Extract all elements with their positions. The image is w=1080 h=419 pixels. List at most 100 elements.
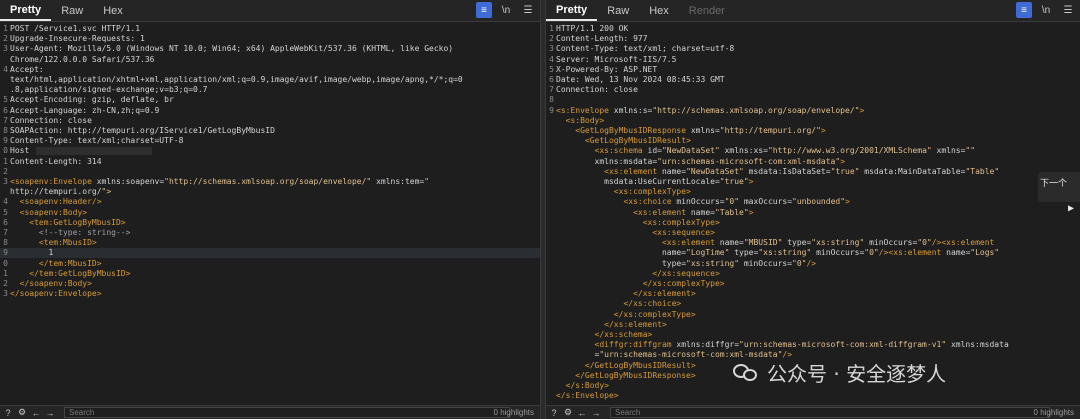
- code-line: <xs:element name="Table">: [633, 207, 754, 217]
- request-tabs: Pretty Raw Hex ≡ \n ☰: [0, 0, 540, 22]
- line-number: 6: [549, 75, 554, 84]
- code-line: Content-Type: text/xml; charset=utf-8: [556, 44, 735, 54]
- play-icon[interactable]: ▶: [1068, 203, 1074, 214]
- code-line: Accept:: [10, 64, 44, 74]
- code-line: 1: [10, 248, 54, 258]
- code-line: <xs:element name="MBUSID" type="xs:strin…: [661, 238, 995, 248]
- code-line: Content-Type: text/xml;charset=UTF-8: [10, 136, 184, 146]
- line-number: 7: [3, 115, 8, 125]
- line-number: 3: [549, 44, 554, 54]
- code-line: Host: [10, 146, 30, 156]
- code-line: </soapenv:Envelope>: [10, 289, 102, 299]
- code-line: <soapenv:Body>: [19, 207, 88, 217]
- line-number: 4: [3, 64, 8, 74]
- request-pane: Pretty Raw Hex ≡ \n ☰ 1 POST /Service1.sv…: [0, 0, 541, 419]
- code-line: <xs:complexType>: [642, 217, 720, 227]
- next-popup[interactable]: 下一个: [1038, 172, 1080, 202]
- line-number: 0: [3, 258, 8, 268]
- line-number: 1: [549, 24, 554, 33]
- code-line: Chrome/122.0.0.0 Safari/537.36: [10, 54, 155, 64]
- wrap-icon[interactable]: ≡: [476, 2, 492, 18]
- line-number: 5: [3, 95, 8, 105]
- response-toolbar: ≡ \n ☰: [1016, 2, 1076, 18]
- request-editor[interactable]: 1 POST /Service1.svc HTTP/1.1 2 Upgrade-Ins…: [0, 22, 540, 405]
- help-icon[interactable]: ?: [2, 407, 14, 418]
- code-line: </xs:complexType>: [642, 279, 725, 288]
- code-line: <xs:complexType>: [613, 187, 691, 197]
- redacted-host: [36, 147, 152, 156]
- code-line: <xs:schema id="NewDataSet" xmlns:xs="htt…: [594, 146, 976, 156]
- code-line: Connection: close: [10, 115, 92, 125]
- menu-icon[interactable]: ☰: [520, 2, 536, 18]
- code-line: User-Agent: Mozilla/5.0 (Windows NT 10.0…: [10, 44, 454, 54]
- code-line: </xs:sequence>: [652, 268, 720, 278]
- line-number: 4: [549, 54, 554, 64]
- code-line: </tem:GetLogByMbusID>: [29, 268, 131, 278]
- code-line: http://tempuri.org/">: [10, 187, 112, 197]
- code-line: <GetLogByMbusIDResponse xmlns="http://te…: [575, 126, 826, 135]
- code-line: <tem:GetLogByMbusID>: [29, 217, 126, 227]
- wrap-icon[interactable]: ≡: [1016, 2, 1032, 18]
- code-line: </tem:MbusID>: [38, 258, 102, 268]
- line-number: 8: [3, 238, 8, 248]
- code-line: HTTP/1.1 200 OK: [556, 24, 629, 33]
- settings-icon[interactable]: ⚙: [16, 407, 28, 418]
- line-number: 5: [549, 64, 554, 74]
- forward-arrow-icon[interactable]: →: [590, 407, 602, 418]
- tab-raw[interactable]: Raw: [597, 0, 639, 21]
- response-search-bar: ? ⚙ ← → Search 0 highlights: [546, 405, 1080, 419]
- highlights-count: 0 highlights: [1033, 408, 1074, 417]
- code-line: </xs:choice>: [623, 299, 682, 309]
- code-line: Server: Microsoft-IIS/7.5: [556, 54, 677, 64]
- wechat-logo-icon: [733, 362, 759, 384]
- code-line: .8,application/signed-exchange;v=b3;q=0.…: [10, 85, 208, 95]
- response-editor[interactable]: 1 HTTP/1.1 200 OK 2 Content-Length: 977 3 Con…: [546, 22, 1080, 405]
- line-number: 3: [3, 177, 8, 186]
- tab-hex[interactable]: Hex: [93, 0, 133, 21]
- code-line: Accept-Language: zh-CN,zh;q=0.9: [10, 105, 160, 115]
- code-line: Accept-Encoding: gzip, deflate, br: [10, 95, 174, 105]
- back-arrow-icon[interactable]: ←: [30, 407, 42, 418]
- code-line: X-Powered-By: ASP.NET: [556, 64, 658, 74]
- line-number: 3: [3, 289, 8, 299]
- tab-hex[interactable]: Hex: [639, 0, 679, 21]
- line-number: 8: [3, 126, 8, 135]
- response-pane: Pretty Raw Hex Render ≡ \n ☰ 1 HTTP/1.1 2…: [545, 0, 1080, 419]
- line-number: 5: [3, 207, 8, 217]
- line-number: 7: [549, 85, 554, 95]
- code-line: POST /Service1.svc HTTP/1.1: [10, 24, 141, 33]
- code-line: </GetLogByMbusIDResponse>: [575, 370, 696, 380]
- current-line-highlight: [0, 248, 540, 259]
- forward-arrow-icon[interactable]: →: [44, 407, 56, 418]
- settings-icon[interactable]: ⚙: [562, 407, 574, 418]
- code-line: <s:Envelope xmlns:s="http://schemas.xmls…: [556, 105, 865, 115]
- line-number: 4: [3, 197, 8, 207]
- highlights-count: 0 highlights: [493, 408, 534, 417]
- code-line: name="LogTime" type="xs:string" minOccur…: [556, 248, 1000, 258]
- line-number: 9: [3, 248, 8, 258]
- line-number: 0: [3, 146, 8, 156]
- code-line: xmlns:msdata="urn:schemas-microsoft-com:…: [556, 156, 846, 166]
- line-number: 7: [3, 228, 8, 237]
- request-search-bar: ? ⚙ ← → Search 0 highlights: [0, 405, 540, 419]
- search-input[interactable]: Search: [64, 407, 510, 418]
- search-input[interactable]: Search: [610, 407, 1050, 418]
- watermark-text: 公众号 · 安全逐梦人: [767, 362, 947, 386]
- code-line: Content-Length: 314: [10, 156, 102, 166]
- code-line: <soapenv:Envelope xmlns:soapenv="http://…: [10, 177, 430, 186]
- line-number: 2: [3, 34, 8, 44]
- tab-raw[interactable]: Raw: [51, 0, 93, 21]
- line-number: 9: [549, 105, 554, 115]
- code-line: </xs:complexType>: [613, 309, 696, 319]
- help-icon[interactable]: ?: [548, 407, 560, 418]
- code-line: <diffgr:diffgram xmlns:diffgr="urn:schem…: [594, 340, 1009, 350]
- watermark: 公众号 · 安全逐梦人: [733, 358, 946, 387]
- tab-pretty[interactable]: Pretty: [0, 0, 52, 21]
- tab-pretty[interactable]: Pretty: [546, 0, 598, 21]
- newline-icon[interactable]: \n: [1038, 2, 1054, 18]
- back-arrow-icon[interactable]: ←: [576, 407, 588, 418]
- line-number: 2: [3, 166, 8, 176]
- newline-icon[interactable]: \n: [498, 2, 514, 18]
- tab-render[interactable]: Render: [679, 0, 735, 21]
- menu-icon[interactable]: ☰: [1060, 2, 1076, 18]
